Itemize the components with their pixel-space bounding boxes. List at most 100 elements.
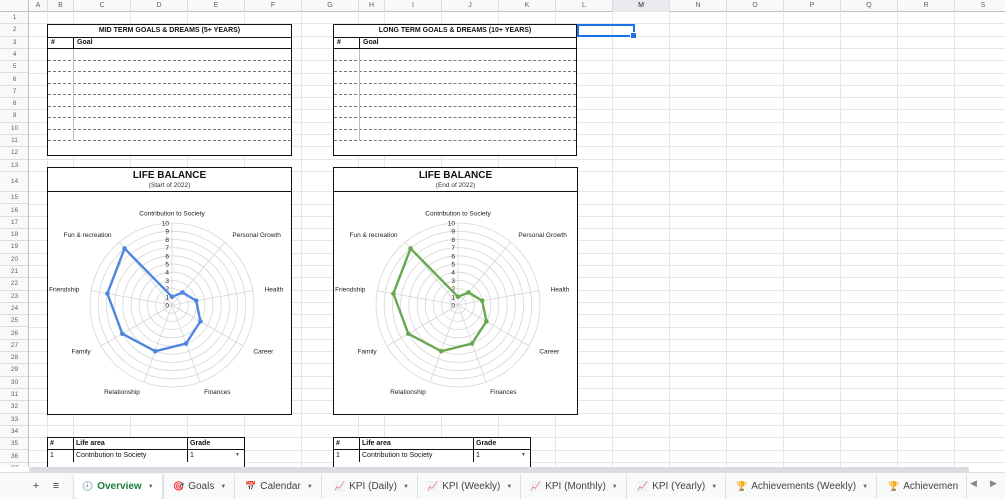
row-header-9[interactable]: 9 (0, 110, 28, 123)
add-sheet-button[interactable]: + (28, 478, 44, 494)
row-header-13[interactable]: 13 (0, 160, 28, 172)
tab-menu-caret-icon[interactable]: ▼ (862, 484, 868, 490)
column-header-o[interactable]: O (727, 0, 784, 12)
row-header-1[interactable]: 1 (0, 12, 28, 25)
row-header-29[interactable]: 29 (0, 364, 28, 377)
row-header-12[interactable]: 12 (0, 147, 28, 160)
goal-row[interactable] (334, 118, 576, 130)
tab-menu-caret-icon[interactable]: ▼ (307, 484, 313, 490)
column-header-g[interactable]: G (302, 0, 359, 12)
goal-row[interactable] (334, 49, 576, 61)
goal-row[interactable] (334, 129, 576, 141)
tab-menu-caret-icon[interactable]: ▼ (220, 484, 226, 490)
row-header-19[interactable]: 19 (0, 241, 28, 254)
cell-grid[interactable]: MID TERM GOALS & DREAMS (5+ YEARS) # Goa… (29, 12, 1005, 467)
column-header-r[interactable]: R (898, 0, 955, 12)
row-header-30[interactable]: 30 (0, 377, 28, 389)
row-header-35[interactable]: 35 (0, 438, 28, 451)
life-balance-start-chart[interactable]: LIFE BALANCE (Start of 2022) 01234567891… (47, 167, 292, 415)
column-header-d[interactable]: D (131, 0, 188, 12)
row-header-20[interactable]: 20 (0, 254, 28, 266)
column-header-n[interactable]: N (670, 0, 727, 12)
grade-dropdown[interactable]: 1 ▼ (474, 450, 530, 462)
column-header-e[interactable]: E (188, 0, 245, 12)
row-header-16[interactable]: 16 (0, 205, 28, 217)
column-header-j[interactable]: J (442, 0, 499, 12)
row-header-2[interactable]: 2 (0, 24, 28, 37)
goal-row[interactable] (334, 72, 576, 84)
sheet-tab-overview[interactable]: 🕗 Overview ▼ (74, 474, 163, 499)
row-header-28[interactable]: 28 (0, 352, 28, 365)
goal-row[interactable] (334, 60, 576, 72)
goal-row[interactable] (334, 106, 576, 118)
row-header-3[interactable]: 3 (0, 37, 28, 49)
sheet-tab-kpi-weekly[interactable]: 📈 KPI (Weekly) ▼ (419, 474, 522, 499)
row-header-15[interactable]: 15 (0, 192, 28, 205)
goal-row[interactable] (334, 83, 576, 95)
sheet-tab-achievements-weekly[interactable]: 🏆 Achievements (Weekly) ▼ (728, 474, 878, 499)
sheet-tab-kpi-yearly[interactable]: 📈 KPI (Yearly) ▼ (629, 474, 727, 499)
column-header-s[interactable]: S (955, 0, 1005, 12)
tab-menu-caret-icon[interactable]: ▼ (711, 484, 717, 490)
sheet-tab-kpi-daily[interactable]: 📈 KPI (Daily) ▼ (326, 474, 418, 499)
tab-menu-caret-icon[interactable]: ▼ (148, 484, 154, 490)
row-header-31[interactable]: 31 (0, 389, 28, 402)
goal-row[interactable] (48, 72, 291, 84)
scroll-left-icon[interactable]: ◀ (970, 478, 977, 489)
row-header-36[interactable]: 36 (0, 451, 28, 463)
column-header-m[interactable]: M (613, 0, 670, 12)
selected-cell[interactable] (577, 24, 637, 39)
row-header-5[interactable]: 5 (0, 61, 28, 74)
select-all-corner[interactable] (0, 0, 29, 12)
column-header-b[interactable]: B (48, 0, 74, 12)
row-header-24[interactable]: 24 (0, 303, 28, 316)
row-header-7[interactable]: 7 (0, 86, 28, 99)
row-header-4[interactable]: 4 (0, 49, 28, 62)
column-header-l[interactable]: L (556, 0, 613, 12)
column-header-q[interactable]: Q (841, 0, 898, 12)
row-header-11[interactable]: 11 (0, 135, 28, 148)
tab-menu-caret-icon[interactable]: ▼ (403, 484, 409, 490)
goal-row[interactable] (48, 118, 291, 130)
all-sheets-button[interactable]: ≡ (48, 478, 64, 494)
dropdown-arrow-icon[interactable]: ▼ (521, 450, 526, 461)
row-header-10[interactable]: 10 (0, 123, 28, 135)
row-header-6[interactable]: 6 (0, 74, 28, 86)
column-header-f[interactable]: F (245, 0, 302, 12)
sheet-tab-kpi-monthly[interactable]: 📈 KPI (Monthly) ▼ (522, 474, 627, 499)
goal-row[interactable] (48, 129, 291, 141)
column-header-a[interactable]: A (29, 0, 48, 12)
row-header-17[interactable]: 17 (0, 217, 28, 230)
row-header-23[interactable]: 23 (0, 291, 28, 303)
tab-menu-caret-icon[interactable]: ▼ (506, 484, 512, 490)
life-balance-end-chart[interactable]: LIFE BALANCE (End of 2022) 0 1 2 3 4 5 6 7 8 9 10 C… (333, 167, 578, 415)
column-header-i[interactable]: I (385, 0, 442, 12)
row-header-26[interactable]: 26 (0, 328, 28, 340)
column-header-p[interactable]: P (784, 0, 841, 12)
row-header-14[interactable]: 14 (0, 172, 28, 193)
goal-row[interactable] (48, 106, 291, 118)
sheet-tab-calendar[interactable]: 📅 Calendar ▼ (237, 474, 322, 499)
column-header-h[interactable]: H (359, 0, 385, 12)
grade-dropdown[interactable]: 1 ▼ (188, 450, 244, 462)
scroll-right-icon[interactable]: ▶ (990, 478, 997, 489)
goal-row[interactable] (48, 49, 291, 61)
column-header-c[interactable]: C (74, 0, 131, 12)
row-header-22[interactable]: 22 (0, 278, 28, 291)
long-term-goal-rows[interactable] (334, 49, 576, 141)
row-header-33[interactable]: 33 (0, 414, 28, 426)
dropdown-arrow-icon[interactable]: ▼ (235, 450, 240, 461)
mid-term-goal-rows[interactable] (48, 49, 291, 141)
row-header-21[interactable]: 21 (0, 266, 28, 279)
goal-row[interactable] (48, 83, 291, 95)
row-header-8[interactable]: 8 (0, 98, 28, 111)
goal-row[interactable] (48, 60, 291, 72)
goal-row[interactable] (48, 95, 291, 107)
goal-row[interactable] (334, 95, 576, 107)
row-header-34[interactable]: 34 (0, 426, 28, 439)
row-header-32[interactable]: 32 (0, 401, 28, 414)
row-header-18[interactable]: 18 (0, 229, 28, 242)
sheet-tab-achievemen[interactable]: 🏆 Achievemen (880, 474, 968, 499)
row-header-27[interactable]: 27 (0, 340, 28, 353)
row-header-37[interactable]: 37 (0, 463, 28, 467)
